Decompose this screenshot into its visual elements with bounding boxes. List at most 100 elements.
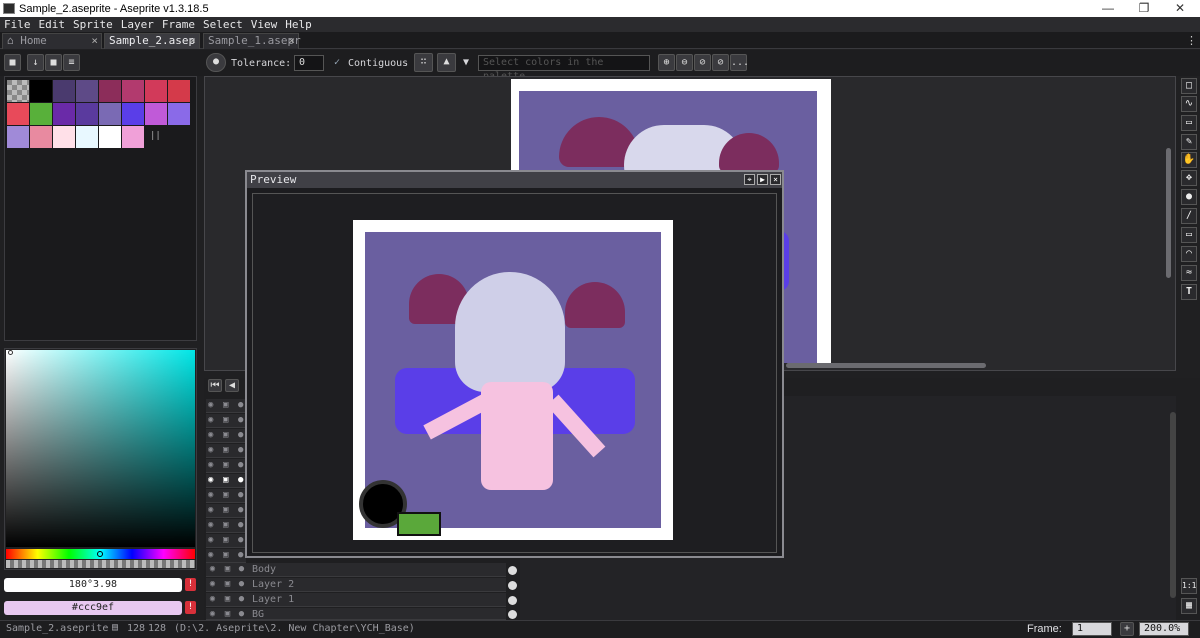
eye-icon[interactable]: ◉ bbox=[208, 550, 213, 560]
alpha-slider[interactable] bbox=[6, 560, 195, 568]
lock-icon[interactable]: ■ bbox=[4, 54, 21, 71]
more-button[interactable]: ... bbox=[730, 54, 749, 71]
eye-icon[interactable]: ◉ bbox=[208, 415, 213, 425]
pixel-perfect-icon[interactable]: ∷ bbox=[414, 53, 433, 72]
eye-icon[interactable]: ◉ bbox=[208, 579, 217, 589]
continuous-icon[interactable]: ● bbox=[238, 400, 243, 410]
zoom-input[interactable]: 200.0% bbox=[1139, 622, 1189, 636]
lock-icon[interactable]: ▣ bbox=[223, 445, 228, 455]
palette-swatch[interactable] bbox=[99, 103, 121, 125]
symmetry-h-icon[interactable]: ⊖ bbox=[676, 54, 693, 71]
lock-icon[interactable]: ▣ bbox=[223, 490, 228, 500]
symmetry-icon[interactable]: ⊕ bbox=[658, 54, 675, 71]
cel-dot[interactable] bbox=[508, 610, 517, 619]
layer-row[interactable]: ◉ ▣ ● bbox=[206, 489, 246, 503]
eye-icon[interactable]: ◉ bbox=[208, 445, 213, 455]
tab-home[interactable]: ⌂ Home × bbox=[2, 33, 102, 49]
continuous-icon[interactable]: ● bbox=[238, 430, 243, 440]
palette-swatch[interactable] bbox=[76, 80, 98, 102]
symmetry-d-icon[interactable]: ⊘ bbox=[694, 54, 711, 71]
lock-icon[interactable]: ▣ bbox=[223, 400, 228, 410]
maximize-icon[interactable]: ❐ bbox=[1126, 0, 1162, 17]
layer-row[interactable]: ◉ ▣ ● BG bbox=[206, 608, 506, 620]
palette-save-icon[interactable]: ■ bbox=[45, 54, 62, 71]
continuous-icon[interactable]: ● bbox=[238, 445, 243, 455]
menu-layer[interactable]: Layer bbox=[121, 18, 154, 31]
layer-row[interactable]: ◉ ▣ ● bbox=[206, 444, 246, 458]
palette-swatch[interactable] bbox=[76, 103, 98, 125]
contour-tool-icon[interactable]: ◠ bbox=[1181, 246, 1197, 262]
continuous-icon[interactable]: ● bbox=[238, 460, 243, 470]
add-frame-icon[interactable]: + bbox=[1120, 622, 1134, 636]
layer-row[interactable]: ◉ ▣ ● bbox=[206, 474, 246, 488]
cel-dot[interactable] bbox=[508, 581, 517, 590]
layer-row[interactable]: ◉ ▣ ● bbox=[206, 429, 246, 443]
palette-swatch[interactable] bbox=[7, 126, 29, 148]
palette-swatch[interactable] bbox=[122, 103, 144, 125]
menu-view[interactable]: View bbox=[251, 18, 278, 31]
tabs-menu-icon[interactable]: ⋮ bbox=[1186, 34, 1197, 47]
palette-swatch[interactable] bbox=[7, 103, 29, 125]
eye-icon[interactable]: ◉ bbox=[208, 460, 213, 470]
tolerance-input[interactable]: 0 bbox=[294, 55, 324, 71]
layer-row[interactable]: ◉ ▣ ● bbox=[206, 549, 246, 563]
lock-icon[interactable]: ▣ bbox=[223, 520, 228, 530]
move-tool-icon[interactable]: ✥ bbox=[1181, 170, 1197, 186]
blur-tool-icon[interactable]: ≈ bbox=[1181, 265, 1197, 281]
tab-sample-1[interactable]: Sample_1.asepr × bbox=[203, 33, 301, 49]
picker-cursor[interactable] bbox=[8, 350, 13, 355]
layer-row[interactable]: ◉ ▣ ● bbox=[206, 459, 246, 473]
eye-icon[interactable]: ◉ bbox=[208, 535, 213, 545]
select-colors-field[interactable]: Select colors in the palette bbox=[478, 55, 650, 82]
layer-row[interactable]: ◉ ▣ ● bbox=[206, 534, 246, 548]
preview-canvas[interactable] bbox=[252, 193, 777, 553]
background-color[interactable]: #ccc9ef bbox=[4, 601, 182, 615]
layer-row[interactable]: ◉ ▣ ● Body bbox=[206, 563, 506, 577]
lock-icon[interactable]: ▣ bbox=[223, 550, 228, 560]
warning-icon[interactable]: ! bbox=[185, 578, 196, 591]
palette-swatch[interactable] bbox=[53, 126, 75, 148]
symmetry-off-icon[interactable]: ⊘ bbox=[712, 54, 729, 71]
layer-row[interactable]: ◉ ▣ ● Layer 2 bbox=[206, 578, 506, 592]
menu-edit[interactable]: Edit bbox=[39, 18, 66, 31]
continuous-icon[interactable]: ● bbox=[238, 520, 243, 530]
lasso-tool-icon[interactable]: ∿ bbox=[1181, 96, 1197, 112]
palette-menu-icon[interactable]: ≡ bbox=[63, 54, 80, 71]
tab-sample-2[interactable]: Sample_2.asep × bbox=[104, 33, 200, 49]
timeline-scrollbar[interactable] bbox=[1170, 412, 1176, 598]
lock-icon[interactable]: ▣ bbox=[223, 535, 228, 545]
lock-icon[interactable]: ▣ bbox=[223, 594, 232, 604]
eye-icon[interactable]: ◉ bbox=[208, 609, 217, 619]
text-tool-icon[interactable]: T bbox=[1181, 284, 1197, 300]
eraser-tool-icon[interactable]: ▭ bbox=[1181, 115, 1197, 131]
palette-swatch[interactable] bbox=[53, 80, 75, 102]
preview-window[interactable]: Preview ⌖ ▶ × bbox=[245, 170, 784, 558]
palette-swatch[interactable] bbox=[145, 80, 167, 102]
close-icon[interactable]: ✕ bbox=[1162, 0, 1198, 17]
minimize-icon[interactable]: — bbox=[1090, 0, 1126, 17]
continuous-icon[interactable]: ● bbox=[238, 475, 243, 485]
lock-icon[interactable]: ▣ bbox=[223, 415, 228, 425]
paint-bucket-tool-icon[interactable]: ● bbox=[1181, 189, 1197, 205]
eye-icon[interactable]: ◉ bbox=[208, 490, 213, 500]
eye-icon[interactable]: ◉ bbox=[208, 564, 217, 574]
continuous-icon[interactable]: ● bbox=[238, 415, 243, 425]
palette-swatch[interactable] bbox=[76, 126, 98, 148]
palette-swatch[interactable] bbox=[30, 103, 52, 125]
eye-icon[interactable]: ◉ bbox=[208, 400, 213, 410]
rectangle-tool-icon[interactable]: ▭ bbox=[1181, 227, 1197, 243]
prev-frame-icon[interactable]: ◀ bbox=[225, 379, 239, 392]
menu-help[interactable]: Help bbox=[285, 18, 312, 31]
lock-icon[interactable]: ▣ bbox=[223, 505, 228, 515]
palette-down-icon[interactable]: ↓ bbox=[27, 54, 44, 71]
hand-tool-icon[interactable]: ✋ bbox=[1181, 152, 1197, 168]
palette-swatch[interactable] bbox=[99, 80, 121, 102]
foreground-color[interactable]: 180°3.98 bbox=[4, 578, 182, 592]
lock-icon[interactable]: ▣ bbox=[223, 460, 228, 470]
continuous-icon[interactable]: ● bbox=[237, 609, 246, 619]
fullscreen-icon[interactable]: ⌖ bbox=[744, 174, 755, 185]
grid-icon[interactable]: ▦ bbox=[1181, 598, 1197, 614]
vertical-scrollbar[interactable] bbox=[1166, 148, 1171, 278]
layer-row[interactable]: ◉ ▣ ● Layer 1 bbox=[206, 593, 506, 607]
play-icon[interactable]: ▶ bbox=[757, 174, 768, 185]
